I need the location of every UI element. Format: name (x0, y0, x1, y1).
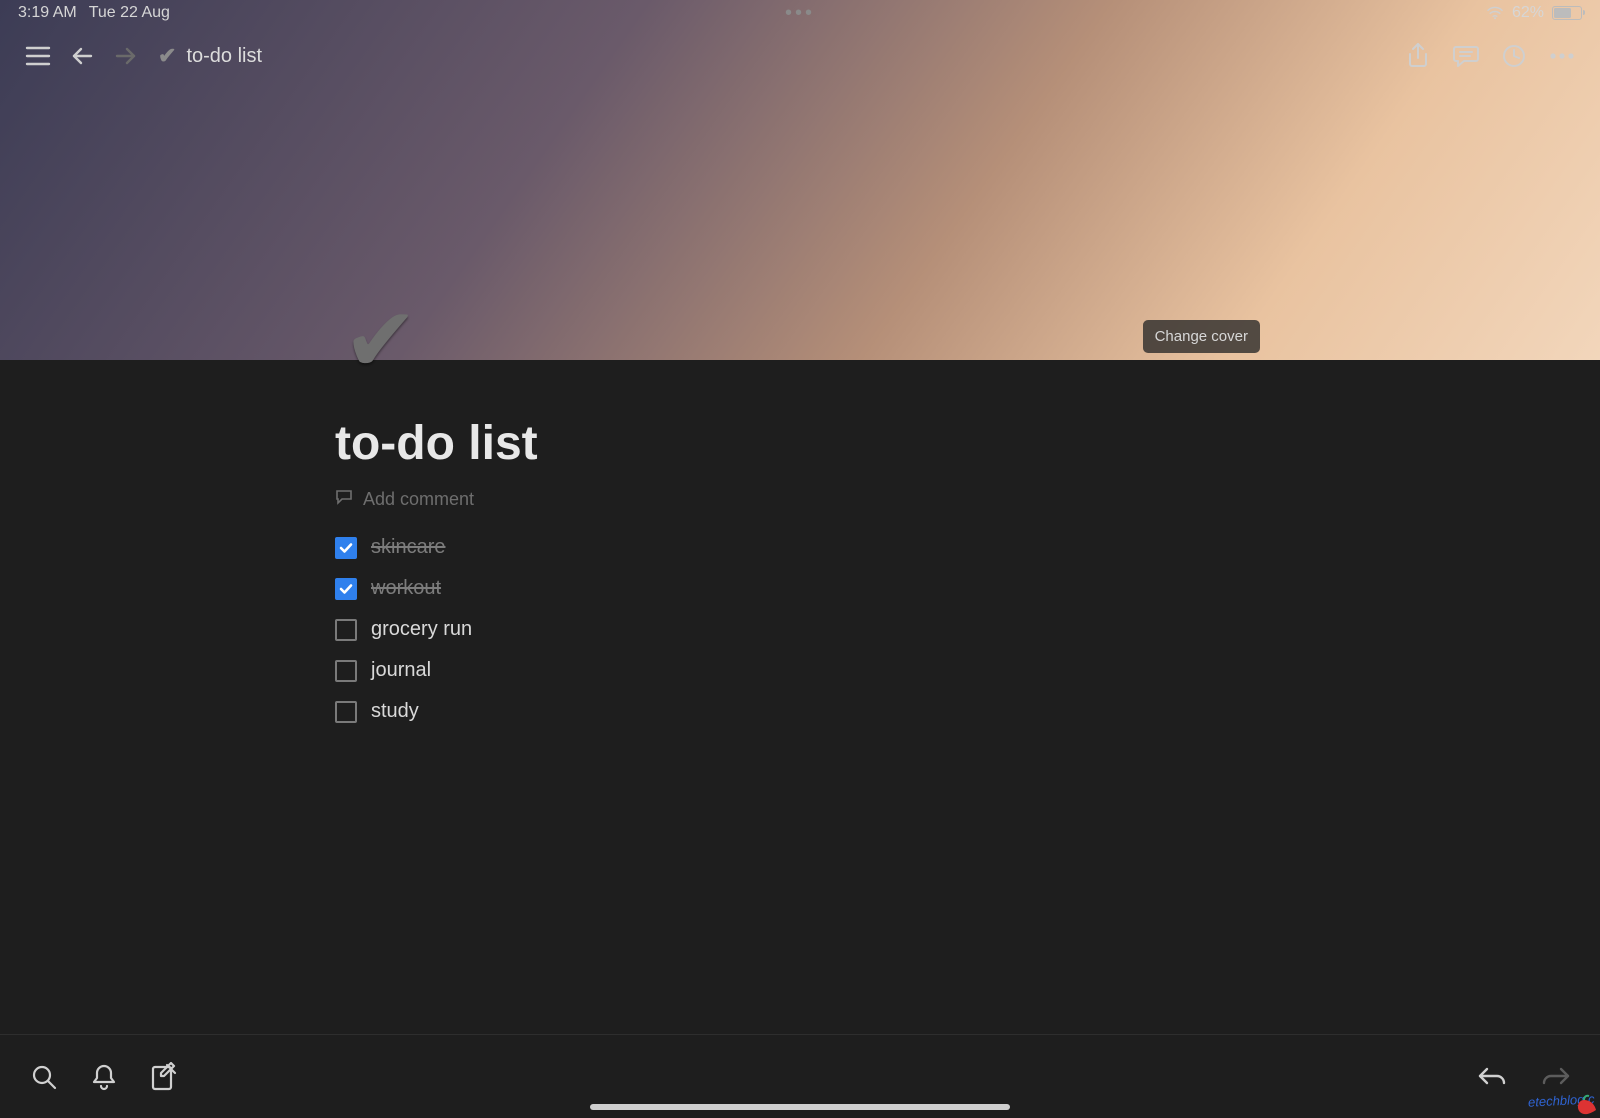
history-icon[interactable] (1492, 34, 1536, 78)
checkbox[interactable] (335, 701, 357, 723)
status-time: 3:19 AM (18, 4, 77, 22)
undo-icon[interactable] (1462, 1047, 1522, 1107)
multitasking-dots-icon[interactable]: ••• (785, 2, 815, 25)
nav-back-icon[interactable] (60, 34, 104, 78)
todo-text[interactable]: grocery run (371, 618, 472, 641)
wifi-icon (1486, 6, 1504, 20)
checkbox[interactable] (335, 537, 357, 559)
todo-item[interactable]: journal (335, 659, 1265, 682)
nav-forward-icon (104, 34, 148, 78)
battery-percent: 62% (1512, 4, 1544, 22)
todo-text[interactable]: journal (371, 659, 431, 682)
new-page-icon[interactable] (134, 1047, 194, 1107)
more-icon[interactable] (1540, 34, 1584, 78)
todo-item[interactable]: workout (335, 577, 1265, 600)
page-check-icon: ✔ (158, 43, 176, 69)
share-icon[interactable] (1396, 34, 1440, 78)
battery-icon (1552, 6, 1582, 20)
todo-item[interactable]: grocery run (335, 618, 1265, 641)
sidebar-toggle-icon[interactable] (16, 34, 60, 78)
top-toolbar: ✔ to-do list (0, 26, 1600, 86)
checkbox[interactable] (335, 660, 357, 682)
home-indicator[interactable] (590, 1104, 1010, 1110)
comments-icon[interactable] (1444, 34, 1488, 78)
todo-list: skincare workout grocery run journal study (335, 536, 1265, 723)
notifications-icon[interactable] (74, 1047, 134, 1107)
todo-item[interactable]: skincare (335, 536, 1265, 559)
status-date: Tue 22 Aug (89, 4, 170, 22)
add-comment-label: Add comment (363, 489, 474, 510)
todo-item[interactable]: study (335, 700, 1265, 723)
page-title[interactable]: to-do list (335, 416, 1265, 471)
page-content: ✔ to-do list Add comment skincare workout… (0, 86, 1600, 1034)
todo-text[interactable]: workout (371, 577, 441, 600)
checkbox[interactable] (335, 578, 357, 600)
checkbox[interactable] (335, 619, 357, 641)
chili-icon (1574, 1092, 1598, 1116)
todo-text[interactable]: skincare (371, 536, 445, 559)
change-cover-button[interactable]: Change cover (1143, 320, 1260, 353)
status-bar: 3:19 AM Tue 22 Aug ••• 62% (0, 0, 1600, 26)
add-comment-button[interactable]: Add comment (335, 489, 1265, 510)
todo-text[interactable]: study (371, 700, 419, 723)
page-emoji-icon[interactable]: ✔ (343, 296, 1265, 386)
search-icon[interactable] (14, 1047, 74, 1107)
comment-bubble-icon (335, 489, 353, 510)
toolbar-title[interactable]: to-do list (186, 45, 262, 68)
